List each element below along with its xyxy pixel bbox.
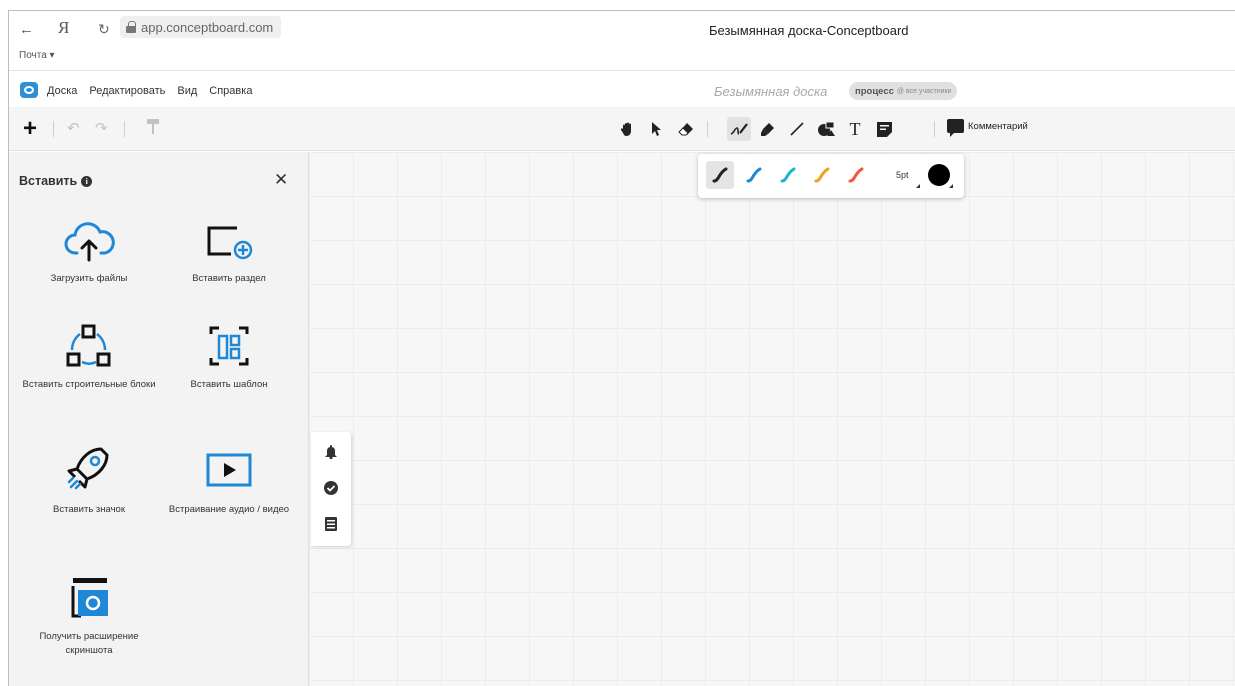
bell-icon[interactable] <box>323 444 339 460</box>
board-title[interactable]: Безымянная доска <box>714 84 827 99</box>
section-add-icon <box>207 226 253 260</box>
embed-audio-video-button[interactable]: Встраивание аудио / видео <box>159 445 299 517</box>
pen-color-red[interactable] <box>842 161 870 189</box>
toolbar-divider <box>124 121 125 137</box>
shape-icon[interactable] <box>814 117 838 141</box>
insert-panel: Вставить i ✕ Загрузить файлы Вставить ра… <box>9 152 309 686</box>
info-icon[interactable]: i <box>81 175 93 187</box>
menu-item-edit[interactable]: Редактировать <box>89 85 165 97</box>
building-blocks-icon <box>66 324 111 367</box>
pen-icon[interactable] <box>727 117 751 141</box>
back-arrow-icon[interactable]: ← <box>19 21 34 38</box>
url-text: app.conceptboard.com <box>141 19 274 35</box>
menu-item-help[interactable]: Справка <box>209 85 252 97</box>
app-menu-bar: Доска Редактировать Вид Справка Безымянн… <box>9 71 1235 107</box>
format-painter-icon[interactable] <box>147 119 159 138</box>
pen-color-black[interactable] <box>706 161 734 189</box>
browser-bar: ← Я ↻ app.conceptboard.com Почта ▾ Безым… <box>9 11 1235 71</box>
dropdown-corner-icon <box>949 184 953 188</box>
insert-panel-title: Вставить i <box>19 174 93 188</box>
close-icon[interactable]: ✕ <box>274 170 288 190</box>
comment-label: Комментарий <box>968 120 1028 132</box>
video-play-icon <box>206 453 252 487</box>
list-icon[interactable] <box>323 516 339 532</box>
undo-icon[interactable]: ↶ <box>67 119 80 137</box>
reload-icon[interactable]: ↻ <box>98 21 110 38</box>
check-circle-icon[interactable] <box>323 480 339 496</box>
insert-template-button[interactable]: Вставить шаблон <box>159 324 299 392</box>
template-icon <box>209 326 249 366</box>
rocket-icon <box>67 447 109 490</box>
highlighter-icon[interactable] <box>756 117 780 141</box>
toolbar-divider <box>707 121 708 137</box>
pen-color-orange[interactable] <box>808 161 836 189</box>
upload-files-button[interactable]: Загрузить файлы <box>19 220 159 286</box>
line-icon[interactable] <box>785 117 809 141</box>
menu-item-view[interactable]: Вид <box>177 85 197 97</box>
main-menu: Доска Редактировать Вид Справка <box>47 85 252 97</box>
pen-color-blue[interactable] <box>740 161 768 189</box>
pointer-icon[interactable] <box>645 117 669 141</box>
insert-building-blocks-button[interactable]: Вставить строительные блоки <box>19 324 159 392</box>
dropdown-corner-icon <box>916 184 920 188</box>
insert-panel-title-text: Вставить <box>19 174 78 188</box>
text-icon[interactable]: T <box>843 117 867 141</box>
insert-plus-button[interactable]: + <box>19 117 41 141</box>
hand-icon[interactable] <box>616 117 640 141</box>
address-bar[interactable]: app.conceptboard.com <box>120 16 282 38</box>
comment-button[interactable]: Комментарий <box>947 119 1028 137</box>
app-window: ← Я ↻ app.conceptboard.com Почта ▾ Безым… <box>8 10 1235 686</box>
process-badge[interactable]: процесс @ все участники <box>849 82 958 100</box>
eraser-icon[interactable] <box>674 117 698 141</box>
insert-icon-button[interactable]: Вставить значок <box>19 445 159 517</box>
cloud-upload-icon <box>64 222 115 262</box>
sticky-note-icon[interactable] <box>872 117 896 141</box>
yandex-logo-icon[interactable]: Я <box>58 18 69 38</box>
insert-icon-label: Вставить значок <box>53 504 125 515</box>
pen-size-selector[interactable]: 5pt <box>896 170 909 180</box>
redo-icon[interactable]: ↷ <box>95 119 108 137</box>
conceptboard-logo-icon[interactable] <box>20 82 38 98</box>
toolbar: + ↶ ↷ T Комментарий <box>9 107 1235 151</box>
toolbar-divider <box>934 121 935 137</box>
board-canvas[interactable] <box>309 152 1235 686</box>
page-title: Безымянная доска-Conceptboard <box>709 23 909 38</box>
insert-template-label: Вставить шаблон <box>190 379 268 390</box>
side-toolbar <box>311 432 351 546</box>
menu-item-board[interactable]: Доска <box>47 85 77 97</box>
lock-icon <box>126 21 136 33</box>
pen-color-selector[interactable] <box>928 164 950 186</box>
embed-audio-video-label: Встраивание аудио / видео <box>168 504 290 515</box>
badge-main-label: процесс <box>855 85 894 97</box>
insert-section-button[interactable]: Вставить раздел <box>159 220 299 286</box>
screenshot-icon <box>71 578 108 618</box>
comment-icon <box>947 119 964 137</box>
badge-sub-label: @ все участники <box>896 87 952 95</box>
mail-menu[interactable]: Почта ▾ <box>19 50 55 61</box>
pen-options-popup: 5pt <box>698 154 964 198</box>
get-screenshot-extension-label: Получить расширение скриншота <box>39 631 139 657</box>
upload-files-label: Загрузить файлы <box>50 273 128 284</box>
get-screenshot-extension-button[interactable]: Получить расширение скриншота <box>19 576 159 659</box>
insert-section-label: Вставить раздел <box>192 273 266 284</box>
toolbar-divider <box>53 121 54 137</box>
pen-color-teal[interactable] <box>774 161 802 189</box>
insert-building-blocks-label: Вставить строительные блоки <box>22 379 156 390</box>
